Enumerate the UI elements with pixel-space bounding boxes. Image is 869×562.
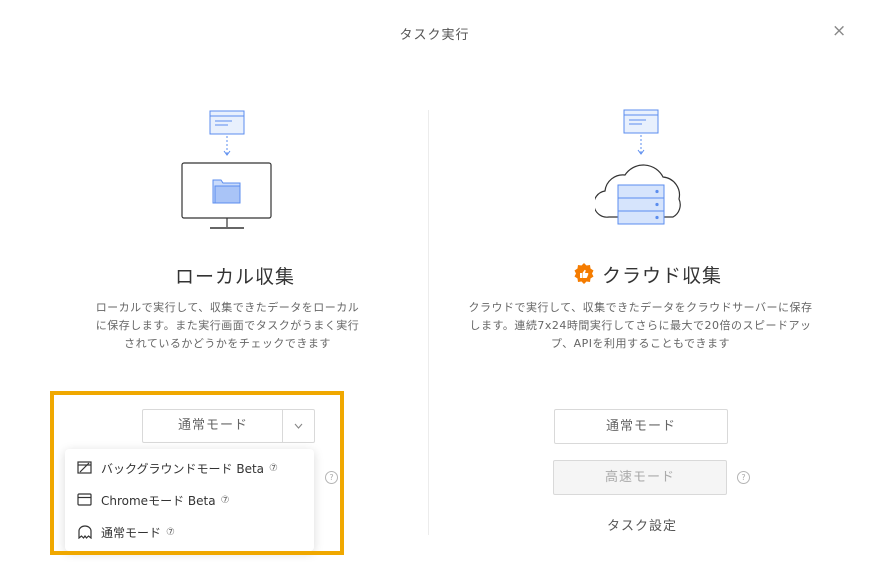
- cloud-help-icon[interactable]: ?: [737, 471, 750, 484]
- cloud-desc-line-2: します。連続7x24時間実行してさらに最大で20倍のスピードアッ: [469, 319, 812, 332]
- close-icon[interactable]: ×: [832, 22, 846, 40]
- highlight-box: [50, 391, 344, 555]
- cloud-collection-title-row: クラウド収集: [572, 262, 723, 287]
- dialog-title: タスク実行: [399, 28, 470, 43]
- local-collection-description: ローカルで実行して、収集できたデータをローカル に保存します。また実行画面でタス…: [60, 299, 395, 353]
- local-collection-title: ローカル収集: [175, 266, 296, 288]
- local-desc-line-1: ローカルで実行して、収集できたデータをローカル: [95, 301, 360, 314]
- cloud-collection-title: クラウド収集: [602, 264, 723, 287]
- thumbs-up-icon: [574, 263, 594, 284]
- cloud-normal-mode-button[interactable]: 通常モード: [554, 409, 728, 444]
- cloud-desc-line-1: クラウドで実行して、収集できたデータをクラウドサーバーに保存: [468, 301, 813, 314]
- local-desc-line-2: に保存します。また実行画面でタスクがうまく実行: [95, 319, 360, 332]
- cloud-collection-description: クラウドで実行して、収集できたデータをクラウドサーバーに保存 します。連続7x2…: [448, 299, 833, 353]
- local-pc-illustration: [181, 110, 272, 229]
- cloud-desc-line-3: プ、APIを利用することもできます: [550, 337, 731, 350]
- task-settings-link[interactable]: タスク設定: [607, 515, 677, 534]
- cloud-fast-mode-button[interactable]: 高速モード: [553, 460, 727, 495]
- local-desc-line-3: されているかどうかをチェックできます: [124, 337, 331, 350]
- cloud-server-illustration: [595, 109, 681, 225]
- column-divider: [428, 110, 429, 535]
